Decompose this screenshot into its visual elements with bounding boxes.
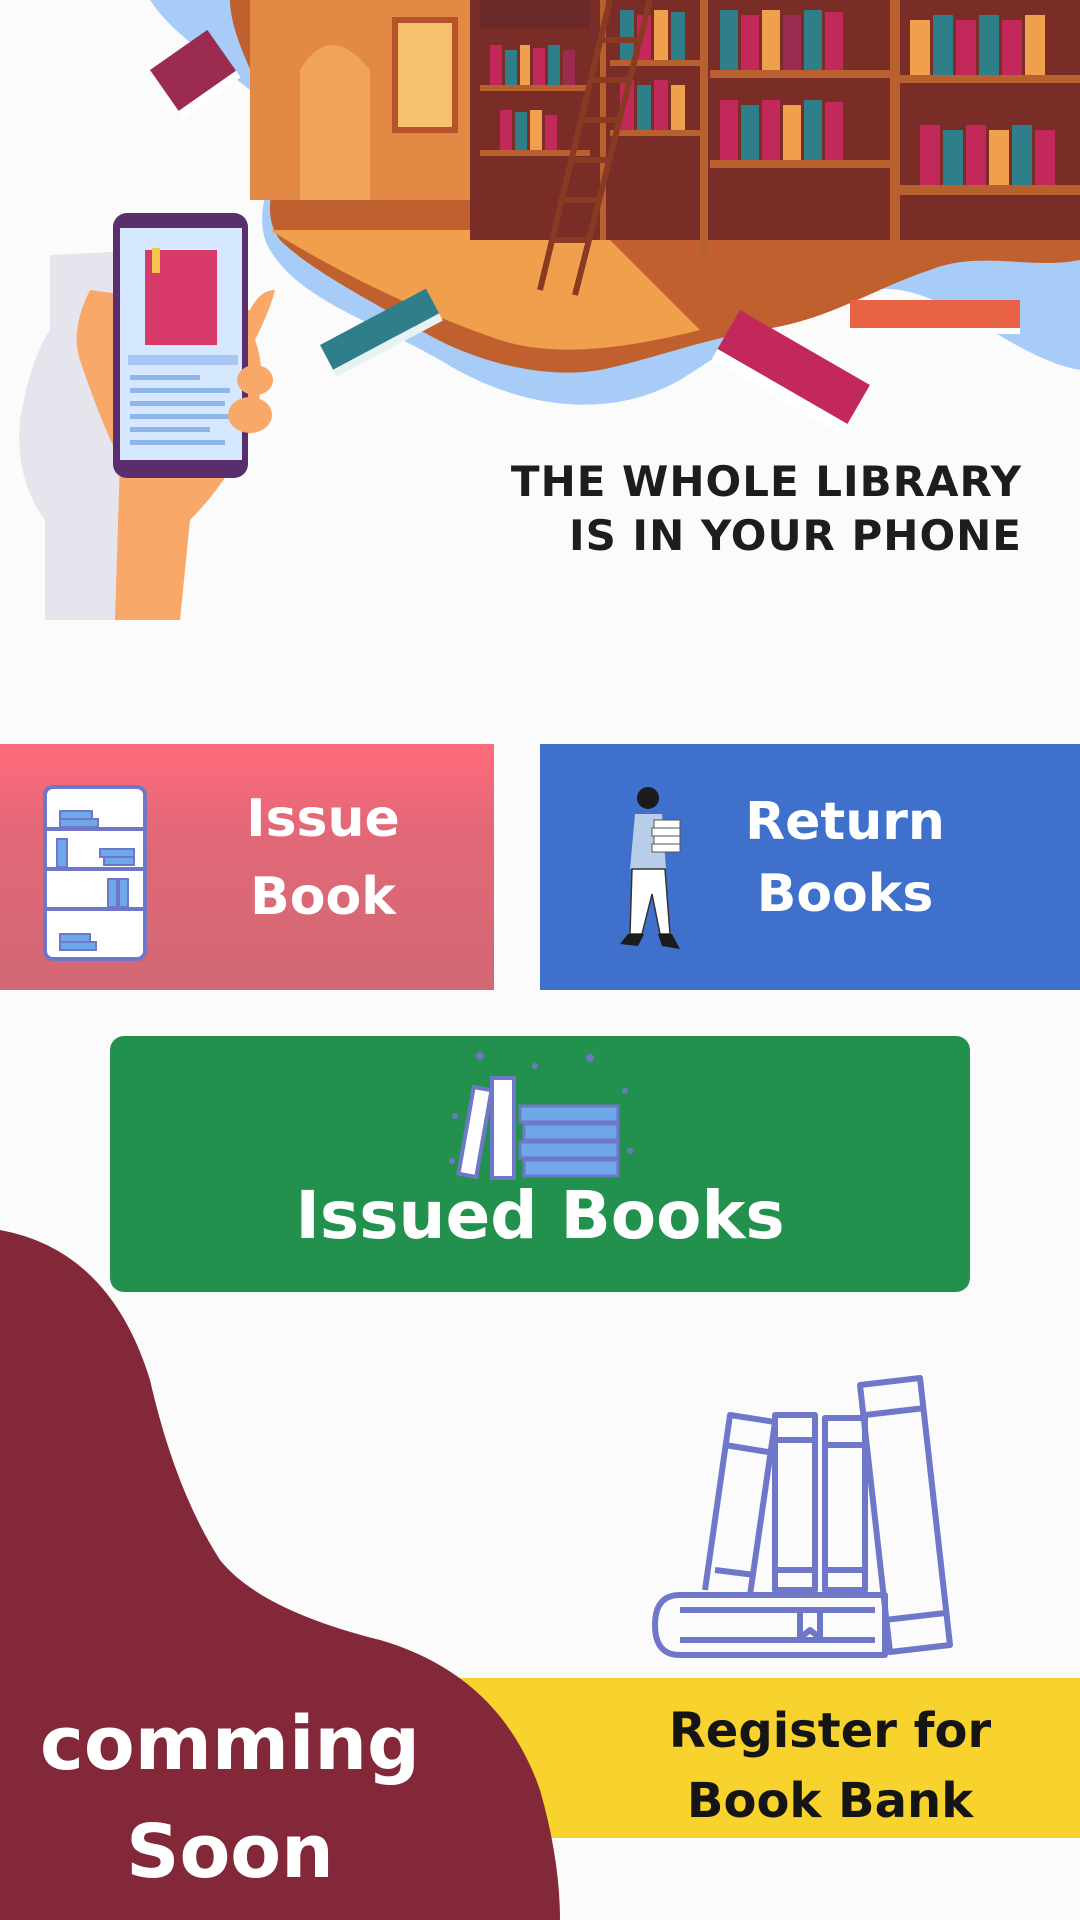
return-books-label-line1: Return: [745, 792, 945, 852]
issue-book-label-line2: Book: [250, 867, 396, 927]
phone-bookmark: [152, 248, 160, 273]
finger: [237, 365, 273, 395]
flying-book-red: [711, 310, 870, 435]
coming-soon-line1: comming: [40, 1701, 420, 1787]
person-carrying-books-icon: [620, 787, 681, 949]
bookshelf-icon: [43, 785, 147, 961]
wall-frame: [392, 17, 458, 133]
return-books-label-line2: Books: [756, 864, 934, 924]
flying-book-orange: [850, 300, 1020, 334]
hero-headline: THE WHOLE LIBRARY IS IN YOUR PHONE: [511, 455, 1022, 563]
hero-headline-line1: THE WHOLE LIBRARY: [510, 457, 1022, 506]
register-book-bank-label: Register for Book Bank: [640, 1696, 1020, 1836]
return-books-label: Return Books: [710, 786, 980, 930]
issue-book-label: Issue Book: [218, 780, 428, 936]
issue-book-button[interactable]: Issue Book: [0, 744, 494, 990]
issue-book-label-line1: Issue: [246, 789, 400, 849]
hero-headline-line2: IS IN YOUR PHONE: [568, 511, 1022, 560]
return-books-button[interactable]: Return Books: [540, 744, 1080, 990]
book-stack-icon: [449, 1052, 633, 1180]
standing-books-icon: [652, 1375, 953, 1658]
coming-soon-label: comming Soon: [30, 1690, 430, 1906]
register-label-line1: Register for: [668, 1703, 992, 1759]
arch-doorway: [300, 45, 370, 200]
coming-soon-line2: Soon: [126, 1809, 334, 1895]
register-label-line2: Book Bank: [686, 1773, 974, 1829]
thumb: [228, 397, 272, 433]
